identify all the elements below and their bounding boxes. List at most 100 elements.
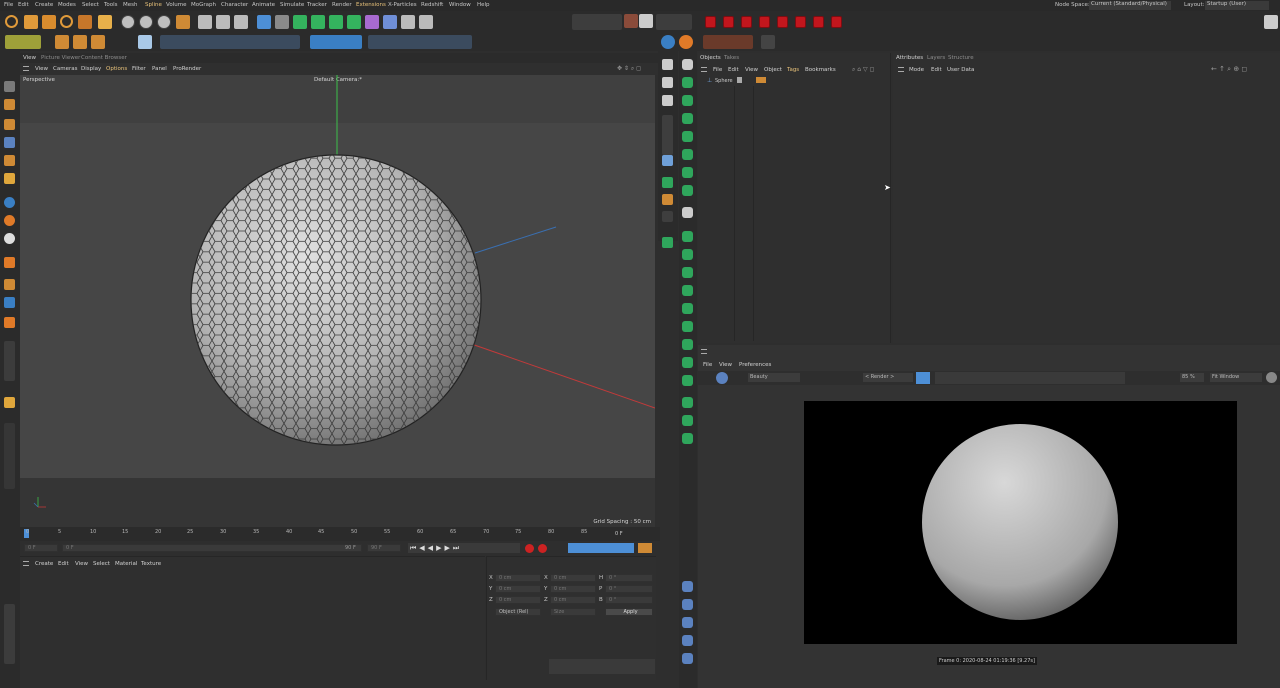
cube-object-icon[interactable] [257, 15, 271, 29]
channel-dropdown[interactable]: Beauty [748, 373, 800, 382]
attributes-nav-icon[interactable]: ← ↑ ⌕ ⊕ ◻ [1211, 65, 1247, 74]
phong-tag-icon[interactable] [756, 77, 766, 83]
timeline-ruler[interactable]: 0 F [20, 527, 660, 541]
scale-tool-icon[interactable] [42, 15, 56, 29]
menu-simulate[interactable]: Simulate [280, 2, 304, 8]
keyframe-tools-icon[interactable] [568, 543, 634, 553]
add-tool-icon[interactable] [98, 15, 112, 29]
render-settings-gear-icon[interactable] [1266, 372, 1277, 383]
menu-x-particles[interactable]: X-Particles [388, 2, 417, 8]
render-tools-icon[interactable] [549, 659, 655, 674]
redshift-proxy-icon[interactable] [813, 16, 824, 28]
character-icon[interactable] [662, 77, 673, 88]
menu-redshift[interactable]: Redshift [421, 2, 443, 8]
material-hamburger-icon[interactable] [23, 561, 29, 566]
position-y-field[interactable]: 0 cm [495, 585, 541, 593]
scene-icon[interactable] [682, 581, 693, 592]
redshift-render-icon[interactable] [705, 16, 716, 28]
redshift-light-icon[interactable] [759, 16, 770, 28]
viewport-solo-icon[interactable] [656, 14, 692, 30]
array-icon[interactable] [311, 15, 325, 29]
cube-green-icon[interactable] [682, 113, 693, 124]
mograph-icon[interactable] [347, 15, 361, 29]
scene-light-icon[interactable] [682, 635, 693, 646]
redshift-camera-icon[interactable] [777, 16, 788, 28]
menu-mograph[interactable]: MoGraph [191, 2, 216, 8]
move-tool-icon[interactable] [24, 15, 38, 29]
scene-floor-icon[interactable] [682, 653, 693, 664]
render-menu-file[interactable]: File [703, 362, 712, 368]
joint-icon[interactable] [662, 155, 673, 166]
brush-icon[interactable] [662, 194, 673, 205]
snap-group-icon[interactable] [572, 14, 622, 30]
material-menu-select[interactable]: Select [93, 561, 110, 567]
menu-options[interactable]: Options [106, 66, 127, 72]
current-frame-field[interactable]: 0 F [24, 544, 58, 552]
y-axis-icon[interactable] [139, 15, 153, 29]
recent-tool-icon[interactable] [78, 15, 92, 29]
tag-alt-icon[interactable] [682, 415, 693, 426]
menu-volume[interactable]: Volume [166, 2, 186, 8]
tab-objects[interactable]: Objects [700, 55, 721, 61]
spline-tools-icon[interactable] [368, 35, 472, 49]
viewport-solo-left-icon[interactable] [4, 297, 15, 308]
soft-selection-icon[interactable] [4, 257, 15, 268]
layout-lock-icon[interactable] [1264, 15, 1278, 29]
menu-help[interactable]: Help [477, 2, 490, 8]
snap-settings-icon[interactable] [661, 35, 675, 49]
polygon-mode-icon[interactable] [91, 35, 105, 49]
menu-edit[interactable]: Edit [18, 2, 29, 8]
render-tools-strip[interactable] [935, 372, 1125, 384]
environment-icon[interactable] [383, 15, 397, 29]
menu-display[interactable]: Display [81, 66, 101, 72]
deform-twist-icon[interactable] [682, 249, 693, 260]
rotation-p-field[interactable]: 0 ° [605, 585, 653, 593]
redshift-settings-icon[interactable] [831, 16, 842, 28]
spline-object-icon[interactable] [682, 77, 693, 88]
hamburger-icon[interactable] [23, 66, 29, 71]
pen-tool-icon[interactable] [275, 15, 289, 29]
tab-content-browser[interactable]: Content Browser [81, 55, 127, 61]
tag-extra-icon[interactable] [682, 433, 693, 444]
menu-animate[interactable]: Animate [252, 2, 275, 8]
tab-structure[interactable]: Structure [948, 55, 974, 61]
object-name[interactable]: Sphere [715, 78, 733, 84]
texture-mode-icon[interactable] [4, 119, 15, 130]
objects-menu-file[interactable]: File [713, 67, 722, 73]
z-axis-icon[interactable] [157, 15, 171, 29]
deform-taper-icon[interactable] [682, 267, 693, 278]
points-mode-icon[interactable] [4, 155, 15, 166]
apply-button[interactable]: Apply [605, 608, 653, 616]
null-object-icon[interactable] [682, 59, 693, 70]
frame-range-slider[interactable]: 0 F [62, 544, 362, 552]
snapping-icon[interactable] [4, 197, 15, 208]
render-menu-preferences[interactable]: Preferences [739, 362, 771, 368]
paint-icon[interactable] [662, 177, 673, 188]
menu-tracker[interactable]: Tracker [307, 2, 327, 8]
scene-camera-icon[interactable] [682, 617, 693, 628]
primitive-tools-icon[interactable] [310, 35, 362, 49]
move-view-icon[interactable] [662, 59, 673, 70]
deform-shear-icon[interactable] [682, 303, 693, 314]
menu-cameras[interactable]: Cameras [53, 66, 77, 72]
fit-dropdown[interactable]: Fit Window [1210, 373, 1262, 382]
material-preview-icon[interactable] [682, 207, 693, 218]
material-menu-texture[interactable]: Texture [141, 561, 161, 567]
render-hamburger-icon[interactable] [701, 349, 707, 354]
tab-view[interactable]: View [23, 55, 36, 61]
size-y-field[interactable]: 0 cm [550, 585, 596, 593]
render-settings-icon[interactable] [234, 15, 248, 29]
object-row-sphere[interactable]: ⊥ Sphere [698, 77, 891, 85]
redshift-material-icon[interactable] [741, 16, 752, 28]
menu-prorender[interactable]: ProRender [173, 66, 201, 72]
rotation-b-field[interactable]: 0 ° [605, 596, 653, 604]
material-menu-create[interactable]: Create [35, 561, 53, 567]
menu-modes[interactable]: Modes [58, 2, 76, 8]
render-lock-icon[interactable] [916, 372, 930, 384]
deform-spline-icon[interactable] [682, 339, 693, 350]
zoom-dropdown[interactable]: 85 % [1180, 373, 1204, 382]
menu-extensions[interactable]: Extensions [356, 2, 386, 8]
objects-hamburger-icon[interactable] [701, 67, 707, 72]
menu-create[interactable]: Create [35, 2, 53, 8]
mograph-cloner-icon[interactable] [662, 237, 673, 248]
